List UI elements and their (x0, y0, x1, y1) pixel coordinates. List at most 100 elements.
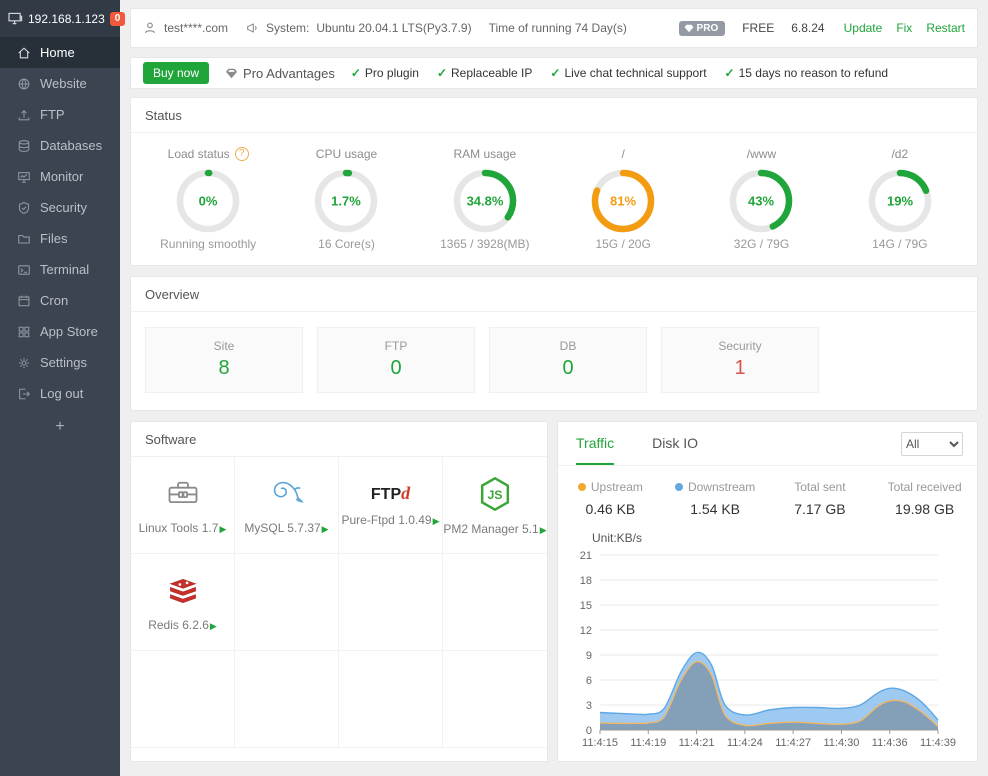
stat-value: 1.54 KB (663, 501, 768, 517)
sidebar-item-label: Databases (40, 138, 102, 153)
sidebar-item-security[interactable]: Security (0, 192, 120, 223)
gauge-caption: 32G / 79G (734, 237, 789, 251)
legend-dot-icon (675, 483, 683, 491)
gauge-www[interactable]: /www43%32G / 79G (692, 145, 830, 251)
gem-icon (684, 24, 694, 33)
announcement-icon (245, 21, 259, 35)
sidebar-item-home[interactable]: Home (0, 37, 120, 68)
software-pure-ftpd[interactable]: FTPd Pure-Ftpd 1.0.49▶ (339, 457, 443, 554)
software-mysql[interactable]: MySQL 5.7.37▶ (235, 457, 339, 554)
help-icon[interactable]: ? (235, 147, 249, 161)
gauge-d2[interactable]: /d219%14G / 79G (831, 145, 969, 251)
gauge-caption: 1365 / 3928(MB) (440, 237, 529, 251)
check-icon: ✓ (437, 66, 447, 80)
restart-link[interactable]: Restart (926, 21, 965, 35)
sidebar-item-cron[interactable]: Cron (0, 285, 120, 316)
svg-text:11:4:27: 11:4:27 (775, 737, 811, 749)
sidebar-item-terminal[interactable]: Terminal (0, 254, 120, 285)
gauge-ram-usage[interactable]: RAM usage34.8%1365 / 3928(MB) (416, 145, 554, 251)
status-panel: Status Load status?0%Running smoothlyCPU… (130, 97, 978, 266)
software-label: Pure-Ftpd 1.0.49▶ (342, 513, 440, 527)
software-empty-cell (339, 554, 443, 651)
sidebar-item-label: FTP (40, 107, 65, 122)
software-linux-tools[interactable]: Linux Tools 1.7▶ (131, 457, 235, 554)
chart-unit-label: Unit:KB/s (592, 531, 977, 545)
software-redis[interactable]: Redis 6.2.6▶ (131, 554, 235, 651)
sidebar-item-label: Monitor (40, 169, 83, 184)
logout-icon (17, 387, 31, 401)
gear-icon (17, 356, 31, 370)
buy-now-button[interactable]: Buy now (143, 62, 209, 84)
sidebar-item-files[interactable]: Files (0, 223, 120, 254)
svg-text:11:4:36: 11:4:36 (872, 737, 908, 749)
system-label: System: (266, 21, 309, 35)
software-pm2-manager[interactable]: JSPM2 Manager 5.1▶ (443, 457, 547, 554)
svg-text:15: 15 (580, 600, 592, 612)
software-empty-cell (443, 554, 547, 651)
traffic-panel: Traffic Disk IO All Upstream0.46 KBDownst… (557, 421, 978, 762)
pro-advantages[interactable]: Pro Advantages (225, 66, 335, 81)
folder-icon (17, 232, 31, 246)
gauge-cpu-usage[interactable]: CPU usage1.7%16 Core(s) (277, 145, 415, 251)
sidebar-item-website[interactable]: Website (0, 68, 120, 99)
server-selector[interactable]: 192.168.1.123 0 (0, 0, 120, 37)
promo-feature: ✓Replaceable IP (437, 66, 532, 80)
redis-icon (164, 573, 202, 609)
sidebar-item-label: Terminal (40, 262, 89, 277)
pure-ftpd-logo: FTPd (371, 483, 410, 504)
sidebar-item-log-out[interactable]: Log out (0, 378, 120, 409)
card-label: Site (146, 339, 302, 353)
overview-card-db[interactable]: DB0 (489, 327, 647, 393)
fix-link[interactable]: Fix (896, 21, 912, 35)
traffic-stats: Upstream0.46 KBDownstream1.54 KBTotal se… (558, 480, 977, 517)
tab-traffic[interactable]: Traffic (576, 422, 614, 465)
server-monitor-icon (8, 12, 23, 25)
add-menu-button[interactable]: + (0, 409, 120, 445)
pro-badge[interactable]: PRO (679, 21, 726, 36)
stat-total-received: Total received19.98 GB (872, 480, 977, 517)
sidebar-item-ftp[interactable]: FTP (0, 99, 120, 130)
terminal-icon (17, 263, 31, 277)
promo-feature: ✓15 days no reason to refund (725, 66, 889, 80)
software-empty-cell (235, 651, 339, 748)
gauge-[interactable]: /81%15G / 20G (554, 145, 692, 251)
stat-label: Upstream (591, 480, 643, 494)
top-links: Update Fix Restart (844, 21, 965, 35)
mysql-dolphin-icon (267, 476, 307, 512)
software-empty-cell (131, 651, 235, 748)
overview-card-ftp[interactable]: FTP0 (317, 327, 475, 393)
gauge-load-status[interactable]: Load status?0%Running smoothly (139, 145, 277, 251)
software-panel: Software Linux Tools 1.7▶MySQL 5.7.37▶FT… (130, 421, 548, 762)
svg-text:34.8%: 34.8% (466, 194, 503, 209)
overview-card-security[interactable]: Security1 (661, 327, 819, 393)
sidebar-item-databases[interactable]: Databases (0, 130, 120, 161)
username[interactable]: test****.com (164, 21, 228, 35)
running-indicator-icon: ▶ (540, 525, 547, 535)
svg-text:12: 12 (580, 625, 592, 637)
svg-text:JS: JS (487, 488, 502, 502)
database-icon (17, 139, 31, 153)
update-link[interactable]: Update (844, 21, 883, 35)
svg-text:11:4:30: 11:4:30 (823, 737, 859, 749)
sidebar-item-monitor[interactable]: Monitor (0, 161, 120, 192)
sidebar-item-label: Log out (40, 386, 83, 401)
svg-text:11:4:19: 11:4:19 (630, 737, 666, 749)
gauge-caption: Running smoothly (160, 237, 256, 251)
software-grid: Linux Tools 1.7▶ MySQL 5.7.37▶ FTPd Pure-Ft… (131, 457, 547, 748)
gauge-caption: 16 Core(s) (318, 237, 375, 251)
cron-icon (17, 294, 31, 308)
sidebar-item-app-store[interactable]: App Store (0, 316, 120, 347)
sidebar-item-label: Security (40, 200, 87, 215)
software-label: MySQL 5.7.37▶ (244, 521, 328, 535)
sidebar-item-settings[interactable]: Settings (0, 347, 120, 378)
time-range-select[interactable]: All (901, 432, 963, 456)
sidebar-item-label: App Store (40, 324, 98, 339)
card-value: 8 (146, 357, 302, 380)
overview-card-site[interactable]: Site 8 (145, 327, 303, 393)
software-empty-cell (339, 651, 443, 748)
tab-disk-io[interactable]: Disk IO (652, 422, 698, 465)
server-ip: 192.168.1.123 (28, 12, 105, 26)
card-value: 0 (318, 357, 474, 380)
svg-text:21: 21 (580, 550, 592, 562)
promo-features: ✓Pro plugin✓Replaceable IP✓Live chat tec… (351, 66, 888, 80)
